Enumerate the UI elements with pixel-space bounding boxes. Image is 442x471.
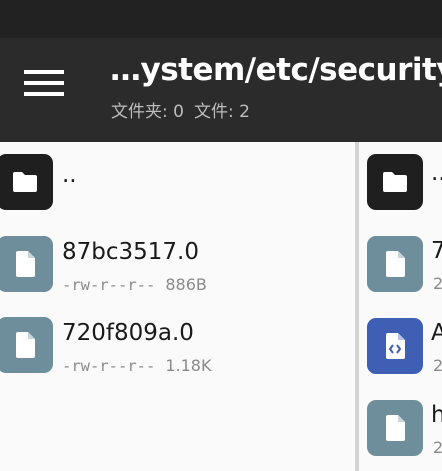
file-meta: 2: [433, 274, 442, 293]
file-manager-app: …ystem/etc/security 文件夹: 0 文件: 2 .. 87bc…: [0, 0, 442, 471]
file-row[interactable]: 7 2: [359, 233, 442, 305]
hamburger-menu-button[interactable]: [14, 58, 74, 108]
file-size: 1.18K: [165, 356, 212, 375]
file-name: A: [431, 320, 442, 346]
file-name: 87bc3517.0: [62, 239, 199, 265]
right-file-pane: .. 7 2 A 2: [359, 142, 442, 471]
file-icon: [0, 236, 53, 292]
file-meta: -rw-r--r-- 886B: [62, 275, 207, 294]
parent-directory-name: ..: [62, 162, 77, 188]
path-title: …ystem/etc/security: [110, 52, 442, 88]
folders-label: 文件夹:: [111, 102, 168, 122]
file-name: h: [431, 402, 442, 428]
file-row[interactable]: 720f809a.0 -rw-r--r-- 1.18K: [0, 310, 355, 382]
file-meta: -rw-r--r-- 1.18K: [62, 356, 211, 375]
folder-icon: [0, 154, 53, 210]
file-icon: [367, 400, 423, 456]
file-row[interactable]: h 2: [359, 397, 442, 469]
file-row[interactable]: 87bc3517.0 -rw-r--r-- 886B: [0, 229, 355, 301]
file-row[interactable]: A 2: [359, 315, 442, 387]
files-label: 文件:: [193, 102, 234, 122]
parent-directory-row[interactable]: ..: [0, 146, 355, 218]
file-name: 720f809a.0: [62, 320, 194, 346]
file-icon: [367, 236, 423, 292]
file-permissions: -rw-r--r--: [62, 276, 156, 294]
file-size: 886B: [165, 275, 207, 294]
hamburger-menu-icon: [24, 70, 64, 96]
toolbar: …ystem/etc/security 文件夹: 0 文件: 2: [0, 38, 442, 142]
file-icon: [0, 317, 53, 373]
parent-directory-row[interactable]: ..: [359, 150, 442, 222]
parent-directory-name: ..: [431, 160, 442, 186]
status-bar: [0, 0, 442, 38]
folders-count: 0: [173, 102, 184, 122]
files-count: 2: [239, 102, 250, 122]
file-name: 7: [431, 238, 442, 264]
file-meta: 2: [433, 356, 442, 375]
file-meta: 2: [433, 438, 442, 457]
code-file-icon: [367, 318, 423, 374]
directory-summary: 文件夹: 0 文件: 2: [111, 97, 250, 122]
file-permissions: -rw-r--r--: [62, 357, 156, 375]
folder-icon: [367, 154, 423, 210]
left-file-pane: .. 87bc3517.0 -rw-r--r-- 886B 720f809a.0…: [0, 142, 355, 471]
